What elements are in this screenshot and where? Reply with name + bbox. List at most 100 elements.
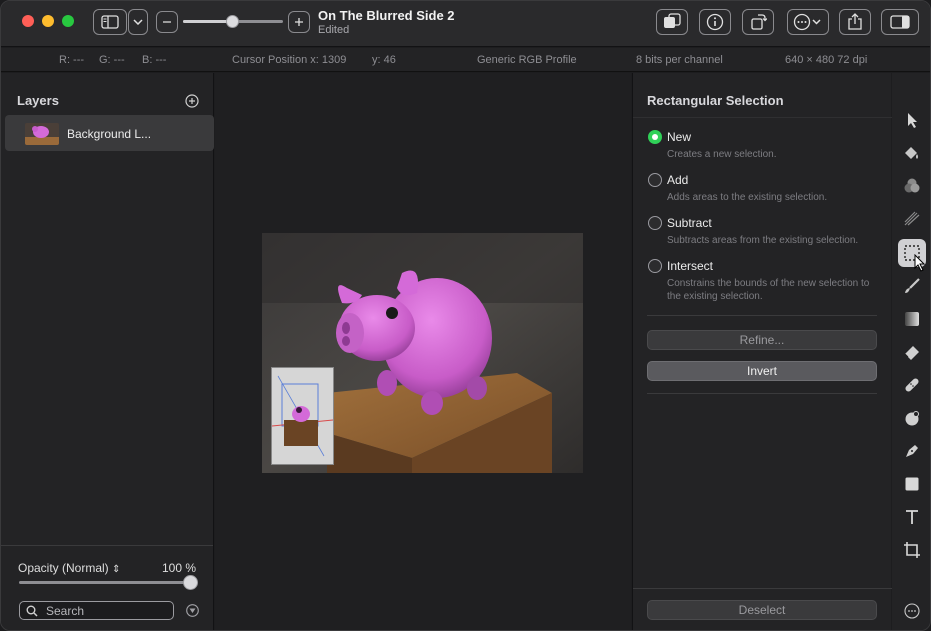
arrange-button[interactable] (656, 9, 688, 35)
share-button[interactable] (839, 9, 871, 35)
zoom-window-button[interactable] (62, 15, 74, 27)
layer-thumbnail (25, 123, 59, 145)
tool-color-adjust[interactable] (898, 172, 926, 200)
tool-text[interactable] (898, 503, 926, 531)
tool-paint-bucket[interactable] (898, 139, 926, 167)
zoom-slider-knob[interactable] (226, 15, 239, 28)
deselect-button[interactable]: Deselect (647, 600, 877, 620)
layer-search-field[interactable] (19, 601, 174, 620)
option-label: New (667, 130, 692, 144)
tools-more-button[interactable] (898, 597, 926, 625)
chevron-down-icon (133, 19, 143, 25)
tool-eraser[interactable] (898, 338, 926, 366)
close-window-button[interactable] (22, 15, 34, 27)
color-profile: Generic RGB Profile (477, 54, 577, 66)
tools-bar (892, 73, 930, 630)
ellipsis-circle-icon (793, 13, 821, 31)
layers-title: Layers (17, 93, 59, 108)
invert-button[interactable]: Invert (647, 361, 877, 381)
pen-icon (906, 445, 918, 457)
document-status: Edited (318, 24, 350, 36)
sidebar-menu-button[interactable] (128, 9, 148, 35)
tool-shape[interactable] (898, 470, 926, 498)
rotate-icon (751, 14, 767, 30)
option-description: Adds areas to the existing selection. (667, 192, 828, 203)
sidebar-icon (101, 15, 119, 29)
ellipsis-circle-icon (904, 603, 920, 619)
zoom-in-button[interactable] (288, 11, 310, 33)
more-options-button[interactable] (787, 9, 829, 35)
tool-retouch[interactable] (898, 205, 926, 233)
inspector-panel: Rectangular Selection New Creates a new … (632, 73, 892, 630)
tool-bandage[interactable] (898, 371, 926, 399)
radio-subtract[interactable] (648, 216, 662, 230)
navigator-preview[interactable] (271, 367, 334, 465)
green-readout: G: --- (99, 54, 125, 66)
tool-pen[interactable] (898, 437, 926, 465)
cursor-y-readout: y: 46 (372, 54, 396, 66)
add-layer-icon[interactable] (185, 94, 199, 108)
minus-icon (163, 21, 171, 23)
opacity-blend-selector[interactable]: Opacity (Normal) ⇕ (18, 561, 120, 575)
rotate-button[interactable] (742, 9, 774, 35)
radio-add[interactable] (648, 173, 662, 187)
filter-icon[interactable] (186, 604, 199, 617)
radio-intersect[interactable] (648, 259, 662, 273)
info-button[interactable] (699, 9, 731, 35)
divider (1, 545, 213, 546)
option-label: Intersect (667, 259, 714, 273)
inspector-icon (890, 15, 910, 29)
tool-clone[interactable] (898, 404, 926, 432)
tool-brush[interactable] (898, 272, 926, 300)
paint-bucket-icon (905, 147, 918, 159)
divider (633, 117, 892, 118)
refine-button[interactable]: Refine... (647, 330, 877, 350)
option-description: Constrains the bounds of the new selecti… (667, 278, 870, 302)
opacity-slider[interactable] (19, 581, 191, 584)
title-bar: On The Blurred Side 2 Edited (1, 1, 930, 47)
search-input[interactable] (46, 603, 166, 619)
image-canvas[interactable] (215, 73, 631, 630)
plus-icon (295, 18, 303, 26)
bit-depth: 8 bits per channel (636, 54, 723, 66)
arrange-icon (664, 13, 681, 28)
share-icon (848, 13, 862, 30)
image-size: 640 × 480 72 dpi (785, 54, 868, 66)
divider (647, 315, 877, 316)
eraser-icon (904, 346, 919, 360)
shape-icon (905, 477, 919, 491)
sidebar-toggle-button[interactable] (93, 9, 127, 35)
layers-panel: Layers Background L... Opacity (Normal) … (1, 73, 214, 630)
zoom-out-button[interactable] (156, 11, 178, 33)
tool-arrow[interactable] (898, 106, 926, 134)
color-adjust-icon (904, 178, 920, 193)
layer-row[interactable]: Background L... (5, 115, 214, 151)
opacity-slider-knob[interactable] (183, 575, 198, 590)
inspector-toggle-button[interactable] (881, 9, 919, 35)
option-description: Creates a new selection. (667, 149, 777, 160)
blue-readout: B: --- (142, 54, 167, 66)
minimize-window-button[interactable] (42, 15, 54, 27)
tool-gradient[interactable] (898, 305, 926, 333)
gradient-icon (905, 312, 919, 326)
layer-name: Background L... (67, 127, 152, 141)
option-label: Subtract (667, 216, 712, 230)
bandage-icon (905, 378, 919, 392)
tool-crop[interactable] (898, 536, 926, 564)
option-label: Add (667, 173, 689, 187)
opacity-value: 100 % (162, 561, 197, 575)
brush-icon (905, 278, 920, 293)
document-title: On The Blurred Side 2 (318, 8, 455, 23)
red-readout: R: --- (59, 54, 85, 66)
text-icon (906, 510, 918, 524)
cursor-x-readout: Cursor Position x: 1309 (232, 54, 347, 66)
arrow-icon (908, 113, 917, 128)
clone-icon (905, 411, 919, 426)
search-icon (26, 605, 38, 617)
divider (633, 588, 892, 589)
crop-icon (904, 542, 920, 558)
radio-new[interactable] (648, 130, 662, 144)
app-window: On The Blurred Side 2 Edited R: --- G: -… (0, 0, 931, 631)
info-icon (706, 13, 724, 31)
opacity-label: Opacity (Normal) (18, 561, 109, 575)
